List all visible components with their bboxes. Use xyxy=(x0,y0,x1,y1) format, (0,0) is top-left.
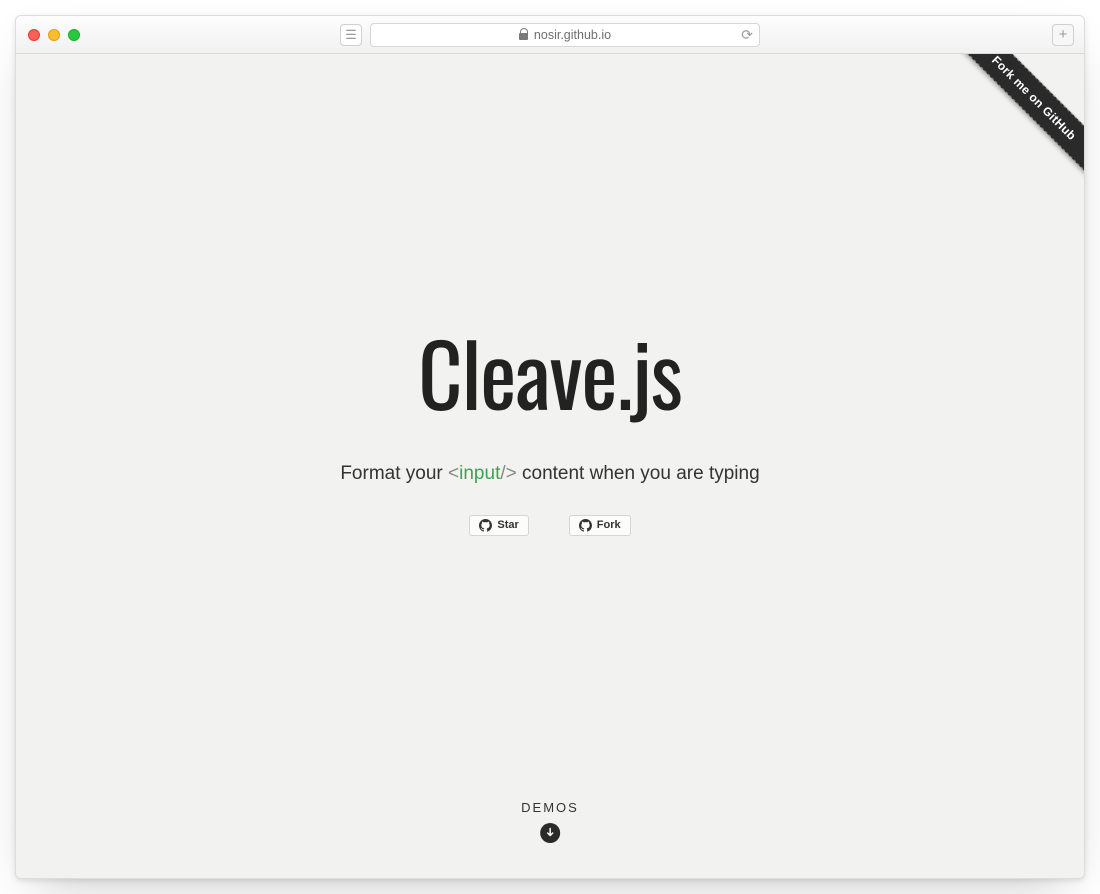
plus-icon: + xyxy=(1059,26,1068,43)
github-star-button[interactable]: Star xyxy=(469,515,528,536)
zoom-window-button[interactable] xyxy=(68,29,80,41)
browser-titlebar: ☰ nosir.github.io ⟳ + xyxy=(16,16,1084,54)
page-subtitle: Format your <input/> content when you ar… xyxy=(340,463,759,485)
subtitle-text-before: Format your xyxy=(340,463,448,484)
minimize-window-button[interactable] xyxy=(48,29,60,41)
github-icon xyxy=(579,519,592,532)
github-buttons: Star Fork xyxy=(469,515,630,536)
reload-icon[interactable]: ⟳ xyxy=(741,26,753,43)
github-star-label: Star xyxy=(497,519,518,531)
sidebar-toggle-button[interactable]: ☰ xyxy=(340,24,362,46)
browser-window: ☰ nosir.github.io ⟳ + Fork me on GitHub … xyxy=(15,15,1085,879)
address-bar-group: ☰ nosir.github.io ⟳ xyxy=(340,23,760,47)
window-controls xyxy=(28,29,80,41)
github-fork-button[interactable]: Fork xyxy=(569,515,631,536)
demos-link[interactable]: DEMOS xyxy=(521,800,579,844)
hero-section: Cleave.js Format your <input/> content w… xyxy=(16,54,1084,878)
subtitle-text-after: content when you are typing xyxy=(522,463,760,484)
close-window-button[interactable] xyxy=(28,29,40,41)
page-title: Cleave.js xyxy=(418,307,682,435)
demos-label: DEMOS xyxy=(521,800,579,815)
chevron-down-icon xyxy=(540,823,560,843)
subtitle-code: <input/> xyxy=(448,463,517,484)
page-viewport: Fork me on GitHub Cleave.js Format your … xyxy=(16,54,1084,878)
address-bar-host: nosir.github.io xyxy=(534,28,611,42)
new-tab-button[interactable]: + xyxy=(1052,24,1074,46)
github-icon xyxy=(479,519,492,532)
lock-icon xyxy=(519,29,528,40)
address-bar[interactable]: nosir.github.io ⟳ xyxy=(370,23,760,47)
github-fork-label: Fork xyxy=(597,519,621,531)
panel-icon: ☰ xyxy=(345,27,357,43)
